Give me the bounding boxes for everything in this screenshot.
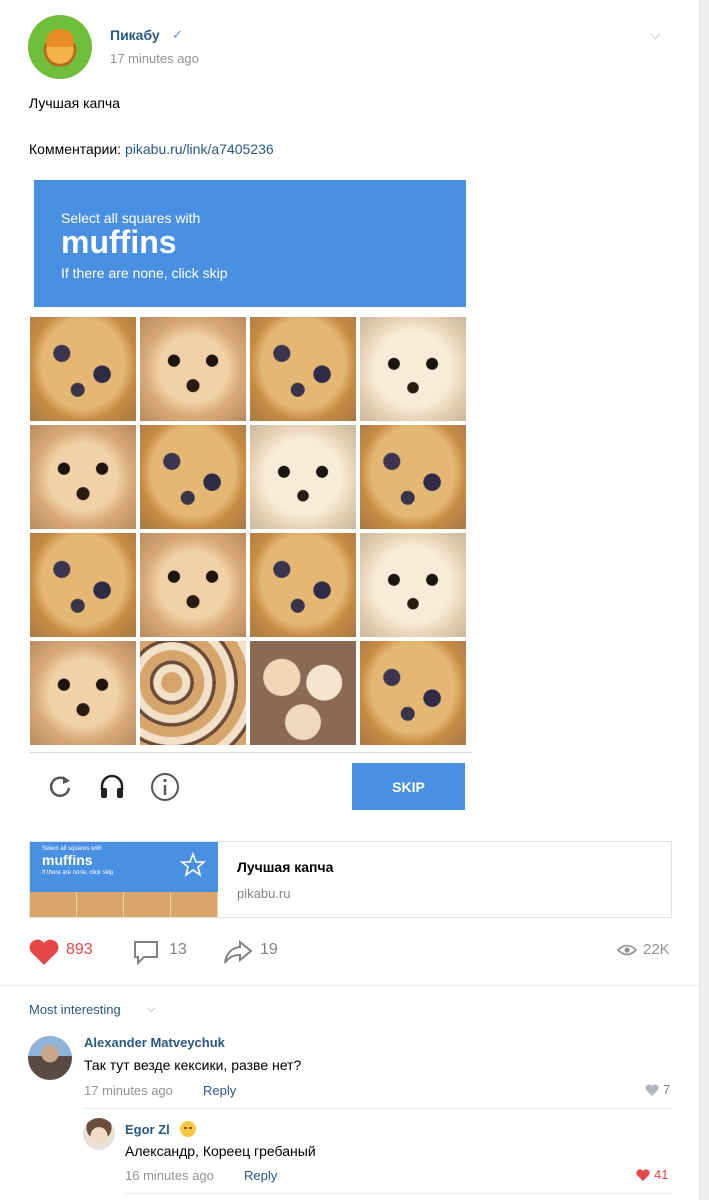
link-preview-domain: pikabu.ru [237,886,291,901]
skip-button: SKIP [352,763,465,810]
captcha-hint: If there are none, click skip [61,265,228,281]
views-eye-icon [617,944,637,956]
emoji-icon [180,1121,196,1137]
comments-divider [0,985,699,986]
share-icon[interactable] [222,939,254,965]
comments-count[interactable]: 13 [169,941,187,959]
captcha-tile[interactable] [140,425,246,529]
comments-link[interactable]: pikabu.ru/link/a7405236 [125,141,274,157]
publisher-avatar[interactable] [28,15,92,79]
captcha-target: muffins [61,224,177,260]
chevron-down-icon[interactable]: ⌵ [650,26,661,43]
like-heart-icon[interactable] [28,938,60,966]
heart-icon[interactable] [645,1084,659,1096]
reply-link[interactable]: Reply [203,1083,236,1098]
shares-count[interactable]: 19 [260,941,278,959]
captcha-tile[interactable] [360,641,466,745]
link-preview-title: Лучшая капча [237,859,334,875]
publisher-name[interactable]: Пикабу [110,27,160,43]
star-icon[interactable] [180,852,206,878]
comment-author[interactable]: Alexander Matveychuk [84,1035,225,1050]
captcha-grid [30,317,468,745]
captcha-tile[interactable] [360,425,466,529]
captcha-tile[interactable] [140,533,246,637]
comments-prefix: Комментарии: [29,141,125,157]
post-time[interactable]: 17 minutes ago [110,51,199,66]
captcha-tile[interactable] [30,425,136,529]
post-comments-line: Комментарии: pikabu.ru/link/a7405236 [29,141,274,157]
post-text: Лучшая капча [29,95,121,111]
heart-icon[interactable] [636,1169,650,1181]
reply-link[interactable]: Reply [244,1168,277,1183]
captcha-tile[interactable] [30,533,136,637]
chevron-down-icon[interactable]: ⌵ [147,1003,155,1016]
comments-sort[interactable]: Most interesting [29,1002,121,1017]
comment-avatar[interactable] [83,1118,115,1150]
comment-avatar[interactable] [28,1036,72,1080]
link-preview-thumbnail: Select all squares with muffins If there… [30,842,218,917]
thumb-image-strip [30,892,218,917]
info-icon [151,773,179,801]
captcha-divider [30,752,472,753]
captcha-tile[interactable] [250,533,356,637]
comment-likes[interactable]: 7 [663,1082,670,1097]
verified-icon: ✓ [172,27,183,42]
captcha-tile[interactable] [250,425,356,529]
captcha-tile[interactable] [30,641,136,745]
comment-time[interactable]: 16 minutes ago [125,1168,214,1183]
post-card: Пикабу ✓ 17 minutes ago ⌵ Лучшая капча К… [0,0,700,1200]
comment-divider [125,1193,672,1194]
captcha-header: Select all squares with muffins If there… [34,180,466,307]
comment-author[interactable]: Egor Zl [125,1122,170,1137]
link-preview[interactable]: Select all squares with muffins If there… [29,841,672,918]
comment-text: Александр, Кореец гребаный [125,1143,316,1159]
captcha-tile[interactable] [250,641,356,745]
comment-divider [84,1108,672,1109]
thumb-line2: muffins [42,852,93,868]
captcha-image[interactable]: Select all squares with muffins If there… [30,177,472,817]
reload-icon [49,776,71,797]
captcha-tile[interactable] [360,317,466,421]
captcha-tile[interactable] [250,317,356,421]
comment-text: Так тут везде кексики, разве нет? [84,1057,302,1073]
thumb-line3: If there are none, click skip [42,870,114,876]
views-count: 22K [643,941,670,958]
comment-time[interactable]: 17 minutes ago [84,1083,173,1098]
comment-icon[interactable] [132,939,160,965]
captcha-tile[interactable] [140,641,246,745]
headphones-icon [100,774,124,798]
likes-count[interactable]: 893 [66,941,93,959]
captcha-tile[interactable] [360,533,466,637]
captcha-tile[interactable] [30,317,136,421]
comment-likes[interactable]: 41 [654,1167,668,1182]
captcha-tile[interactable] [140,317,246,421]
